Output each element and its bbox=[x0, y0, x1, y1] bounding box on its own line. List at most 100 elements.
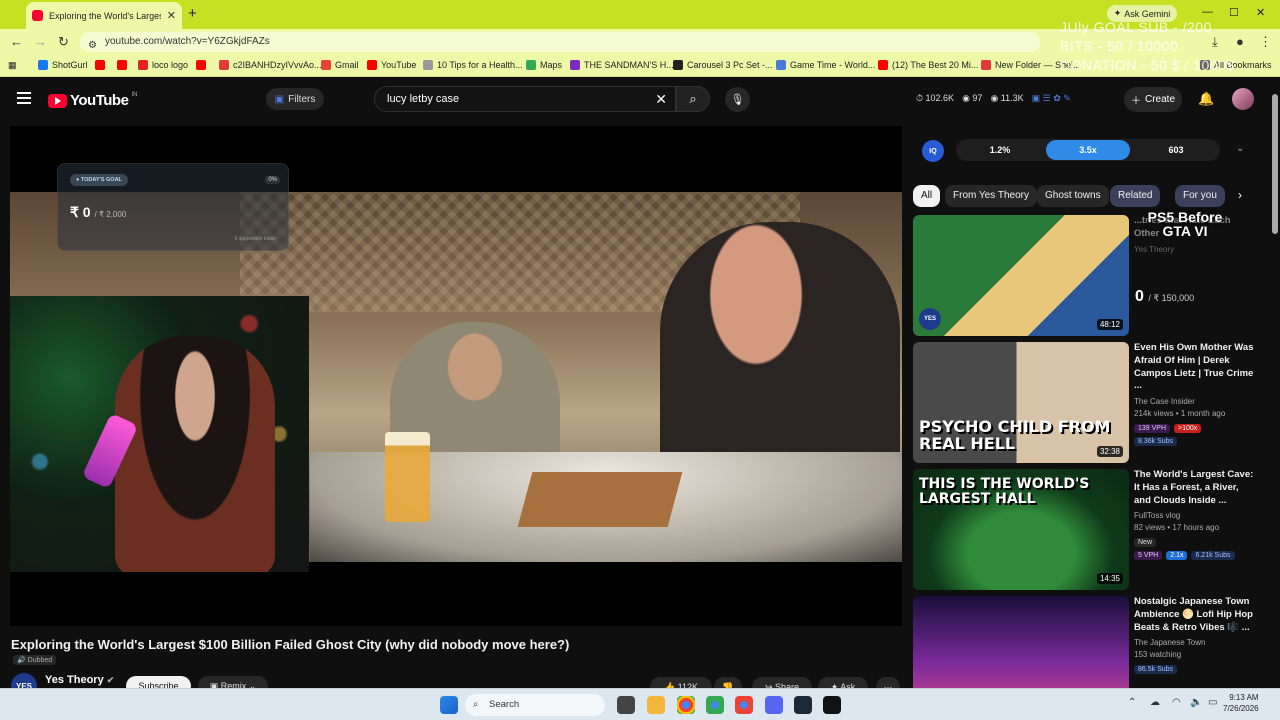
filters-button[interactable]: ▣ Filters bbox=[266, 88, 324, 110]
goal-amount: ₹ 0 / ₹ 2,000 bbox=[70, 204, 127, 220]
bookmark-item[interactable]: (12) The Best 20 Mi... bbox=[878, 60, 978, 70]
thumbnail-caption: THIS IS THE WORLD'S LARGEST HALL bbox=[919, 476, 1090, 507]
recommendation-item[interactable]: THIS IS THE WORLD'S LARGEST HALL 14:35 T… bbox=[913, 469, 1258, 590]
bookmark-item[interactable]: THE SANDMAN'S H... bbox=[570, 60, 674, 70]
new-tab-icon[interactable]: + bbox=[188, 5, 197, 22]
chip-related[interactable]: Related bbox=[1110, 185, 1161, 207]
bookmark-item[interactable]: c2IBANHDzyIVvvAo... bbox=[219, 60, 322, 70]
youtube-favicon-icon bbox=[32, 10, 43, 21]
browser-tab-active[interactable]: Exploring the World's Largest $ ✕ bbox=[26, 2, 182, 29]
chrome-profile-2-icon[interactable] bbox=[735, 696, 753, 714]
chevron-down-icon[interactable]: ⌄ bbox=[1236, 143, 1244, 154]
bookmark-item[interactable]: Gmail bbox=[321, 60, 359, 70]
bookmark-item[interactable]: Maps bbox=[526, 60, 562, 70]
voice-search-button[interactable]: 🎙 bbox=[725, 87, 750, 112]
tray-chevron-icon[interactable]: ⌃ bbox=[1128, 697, 1136, 708]
outlier-badge: 2.1x bbox=[1166, 551, 1188, 561]
vidiq-logo[interactable]: IQ bbox=[922, 140, 944, 162]
ps5-goal-amount: 0 / ₹ 150,000 bbox=[1135, 288, 1195, 305]
site-info-icon[interactable]: ⚙ bbox=[88, 36, 97, 56]
video-thumbnail[interactable]: PSYCHO CHILD FROM REAL HELL 32:38 bbox=[913, 342, 1129, 463]
profile-icon[interactable]: ● bbox=[1236, 34, 1244, 49]
menu-icon[interactable]: ⋮ bbox=[1259, 34, 1272, 50]
volume-icon[interactable]: 🔈 bbox=[1190, 697, 1202, 708]
maximize-icon[interactable]: ☐ bbox=[1229, 6, 1239, 19]
scrollbar-thumb[interactable] bbox=[1272, 94, 1278, 234]
reload-icon[interactable]: ↻ bbox=[58, 34, 69, 50]
recommendation-item[interactable]: PSYCHO CHILD FROM REAL HELL 32:38 Even H… bbox=[913, 342, 1258, 463]
minimize-icon[interactable]: — bbox=[1202, 6, 1213, 18]
chrome-profile-icon[interactable] bbox=[706, 696, 724, 714]
streamer bbox=[115, 336, 275, 572]
bookmark-item[interactable]: Carousel 3 Pc Set -... bbox=[673, 60, 773, 70]
video-title: Even His Own Mother Was Afraid Of Him | … bbox=[1134, 342, 1254, 392]
chrome-icon[interactable] bbox=[677, 696, 695, 714]
goal-supporters: 0 supporters today bbox=[234, 236, 276, 242]
extension-icons[interactable]: ▣ ☰ ✿ ✎ bbox=[1032, 93, 1071, 104]
new-badge: New bbox=[1134, 538, 1157, 548]
cloud-icon[interactable]: ☁ bbox=[1150, 697, 1160, 708]
close-tab-icon[interactable]: ✕ bbox=[167, 9, 176, 22]
youtube-logo[interactable]: YouTube IN bbox=[48, 92, 137, 109]
back-icon[interactable]: ← bbox=[10, 34, 23, 49]
windows-taskbar: ⌕ Search ⌃ ☁ ◠ 🔈 ▭ 9:13 AM 7/26/2026 bbox=[0, 688, 1280, 720]
obs-icon[interactable] bbox=[823, 696, 841, 714]
youtube-header: YouTube IN ▣ Filters lucy letby case ✕ ⌕… bbox=[0, 77, 1280, 122]
create-button[interactable]: ＋ Create bbox=[1124, 87, 1182, 112]
bookmark-item[interactable] bbox=[117, 60, 127, 70]
video-thumbnail[interactable] bbox=[913, 596, 1129, 688]
chip-ghost-towns[interactable]: Ghost towns bbox=[1037, 185, 1109, 207]
ask-gemini-label: Ask Gemini bbox=[1124, 8, 1171, 19]
video-thumbnail[interactable]: THIS IS THE WORLD'S LARGEST HALL 14:35 bbox=[913, 469, 1129, 590]
account-avatar[interactable] bbox=[1232, 88, 1254, 110]
discord-icon[interactable] bbox=[765, 696, 783, 714]
forward-icon[interactable]: → bbox=[34, 34, 47, 49]
search-input[interactable]: lucy letby case ✕ bbox=[374, 86, 676, 112]
recommendation-item[interactable]: Nostalgic Japanese Town Ambience 🌕 Lofi … bbox=[913, 596, 1258, 688]
video-thumbnail[interactable]: YES 48:12 bbox=[913, 215, 1129, 336]
bookmark-item[interactable]: ShotGurl bbox=[38, 60, 88, 70]
taskbar-search[interactable]: ⌕ Search bbox=[465, 694, 605, 716]
goal-percent: 0% bbox=[265, 176, 280, 184]
clock-date: 7/26/2026 bbox=[1223, 703, 1259, 713]
system-clock[interactable]: 9:13 AM 7/26/2026 bbox=[1223, 693, 1259, 715]
battery-icon[interactable]: ▭ bbox=[1208, 697, 1217, 708]
page-scrollbar[interactable] bbox=[1272, 86, 1278, 688]
bookmark-item[interactable] bbox=[196, 60, 206, 70]
chip-all[interactable]: All bbox=[913, 185, 941, 207]
windows-start-icon[interactable] bbox=[440, 696, 458, 714]
channel-name: The Japanese Town bbox=[1134, 638, 1206, 648]
bookmark-item[interactable]: YouTube bbox=[367, 60, 416, 70]
filters-label: Filters bbox=[288, 93, 316, 105]
channel-name[interactable]: Yes Theory ✔ bbox=[45, 674, 114, 686]
search-icon: ⌕ bbox=[473, 699, 479, 710]
bookmark-item[interactable] bbox=[95, 60, 105, 70]
hamburger-menu-icon[interactable] bbox=[17, 92, 31, 104]
channel-name: FullToss vlog bbox=[1134, 511, 1181, 521]
channel-name: Yes Theory bbox=[1134, 244, 1175, 254]
wifi-icon[interactable]: ◠ bbox=[1172, 697, 1181, 708]
mic-icon: 🎙 bbox=[730, 94, 745, 106]
clear-search-icon[interactable]: ✕ bbox=[655, 87, 667, 111]
yes-theory-badge: YES bbox=[919, 308, 941, 330]
steam-icon[interactable] bbox=[794, 696, 812, 714]
downloads-icon[interactable]: ⤓ bbox=[1212, 34, 1218, 50]
youtube-wordmark: YouTube bbox=[70, 92, 129, 109]
chip-from-yes-theory[interactable]: From Yes Theory bbox=[945, 185, 1037, 207]
verified-icon: ✔ bbox=[106, 675, 115, 685]
apps-icon[interactable]: ▦ bbox=[8, 60, 17, 71]
bookmark-item[interactable]: 10 Tips for a Health... bbox=[423, 60, 523, 70]
task-view-icon[interactable] bbox=[617, 696, 635, 714]
close-window-icon[interactable]: ✕ bbox=[1256, 6, 1265, 19]
chip-for-you[interactable]: For you bbox=[1175, 185, 1225, 207]
bookmark-item[interactable]: Game Time - World... bbox=[776, 60, 875, 70]
video-meta: 153 watching bbox=[1134, 650, 1182, 660]
url-field[interactable]: ⚙ youtube.com/watch?v=Y6ZGkjdFAZs bbox=[80, 32, 1040, 52]
views-stat: ⏱ 102.6K bbox=[916, 93, 955, 103]
chevron-right-icon[interactable]: › bbox=[1238, 188, 1242, 202]
notifications-bell-icon[interactable]: 🔔 bbox=[1198, 91, 1214, 107]
file-explorer-icon[interactable] bbox=[647, 696, 665, 714]
video-player[interactable]: ● TODAY'S GOAL 0% ₹ 0 / ₹ 2,000 0 suppor… bbox=[10, 126, 902, 626]
search-button[interactable]: ⌕ bbox=[676, 86, 710, 112]
bookmark-item[interactable]: loco logo bbox=[138, 60, 188, 70]
